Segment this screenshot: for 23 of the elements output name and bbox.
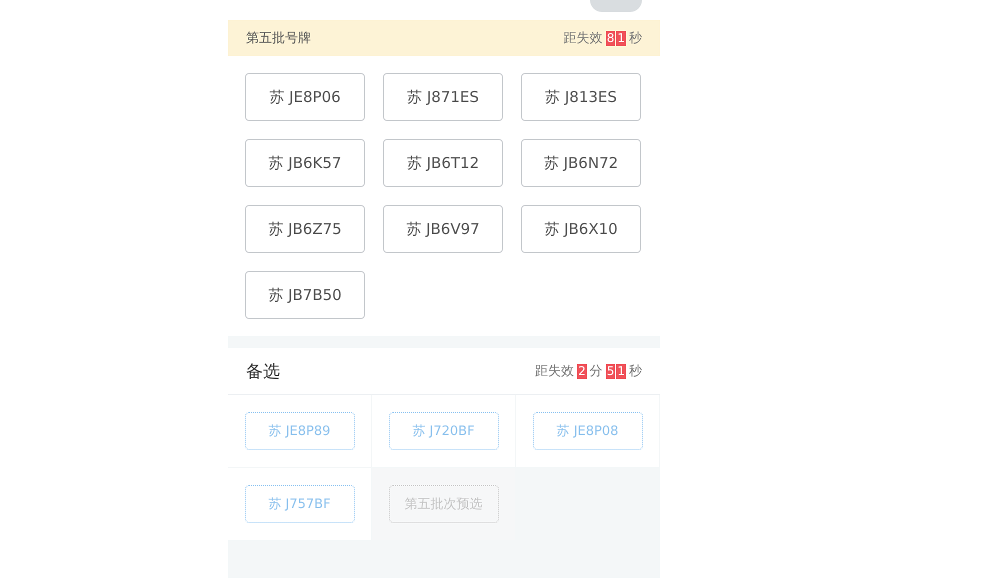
plate-button[interactable]: 苏 JB6X10 <box>521 205 641 253</box>
cut-off-button[interactable] <box>590 0 642 12</box>
section-title: 备选 <box>246 360 280 382</box>
plate-button[interactable]: 苏 JB6V97 <box>383 205 503 253</box>
countdown-digit: 1 <box>616 30 626 46</box>
countdown-unit: 分 <box>590 363 603 380</box>
plate-button[interactable]: 苏 JB6Z75 <box>245 205 365 253</box>
plate-button[interactable]: 苏 J813ES <box>521 73 641 121</box>
countdown-unit: 秒 <box>629 30 642 47</box>
countdown-digit: 8 <box>606 30 616 46</box>
countdown-label: 距失效 <box>535 363 574 380</box>
countdown-digit: 2 <box>577 364 587 378</box>
plate-button[interactable]: 苏 JB6N72 <box>521 139 641 187</box>
batch-title: 第五批号牌 <box>246 30 311 47</box>
countdown-unit: 秒 <box>629 363 642 380</box>
plate-button[interactable]: 苏 J871ES <box>383 73 503 121</box>
countdown-label: 距失效 <box>564 30 603 47</box>
plate-button[interactable]: 苏 JB6T12 <box>383 139 503 187</box>
plate-button[interactable]: 苏 JE8P06 <box>245 73 365 121</box>
plate-button[interactable]: 苏 JB7B50 <box>245 271 365 319</box>
countdown-digit: 5 <box>606 364 616 378</box>
countdown-digit: 1 <box>616 364 626 378</box>
plate-button[interactable]: 苏 JB6K57 <box>245 139 365 187</box>
